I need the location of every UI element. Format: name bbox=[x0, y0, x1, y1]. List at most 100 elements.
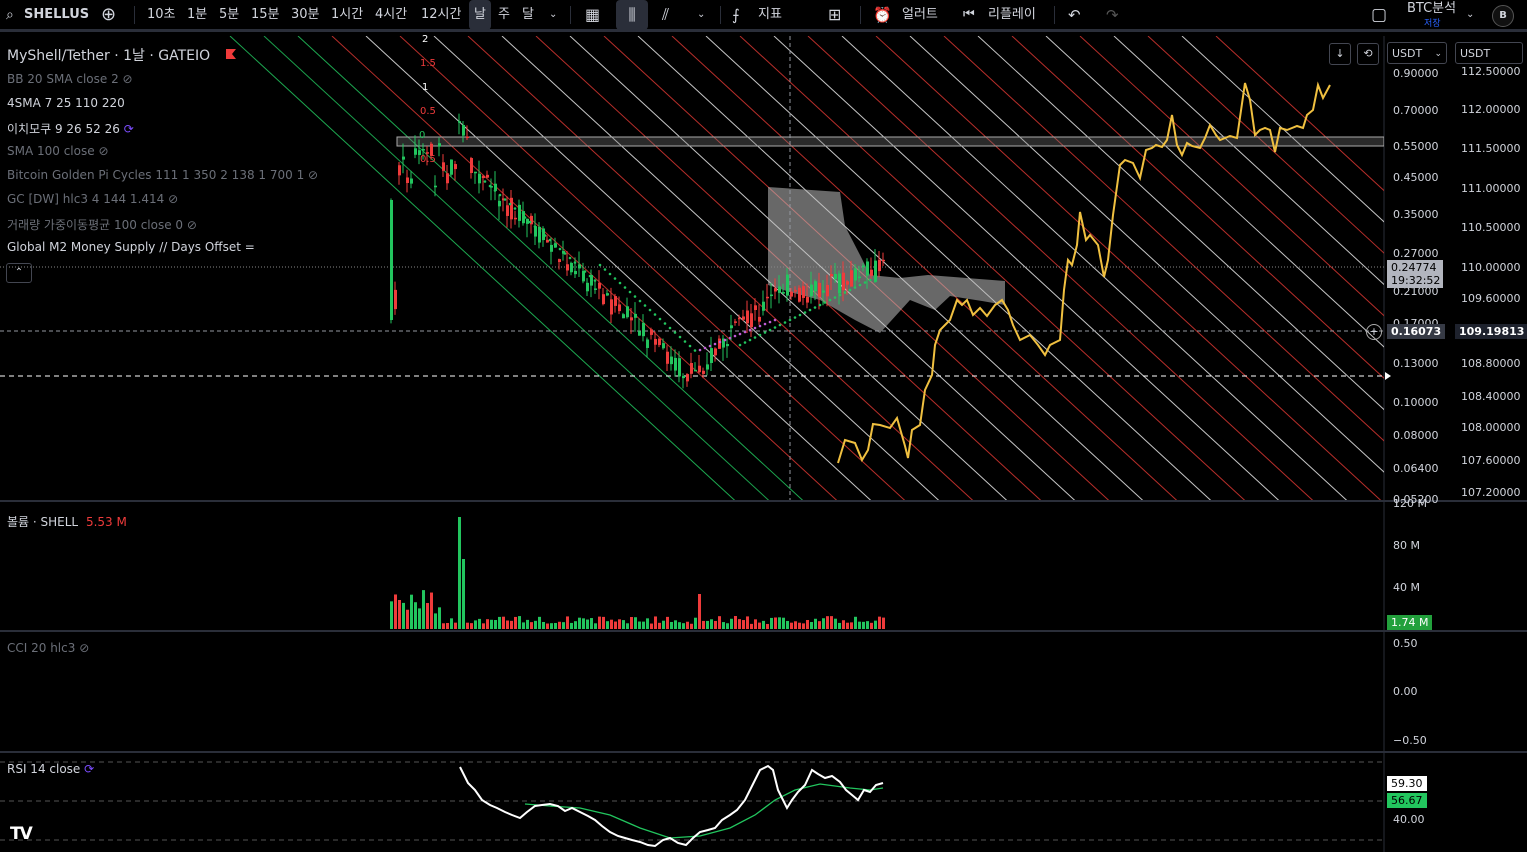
volume-bar bbox=[798, 622, 801, 629]
volume-bar bbox=[602, 616, 605, 629]
candle-body bbox=[446, 173, 449, 184]
volume-bar bbox=[758, 622, 761, 629]
candle-body bbox=[718, 338, 721, 349]
volume-bar bbox=[434, 613, 437, 629]
volume-bar bbox=[418, 608, 421, 629]
volume-bar bbox=[590, 618, 593, 629]
replay-button[interactable]: 리플레이 bbox=[988, 0, 1036, 30]
fib-label: 0 bbox=[419, 130, 426, 141]
sar-dot bbox=[663, 322, 667, 325]
candle-body bbox=[634, 313, 637, 318]
interval-1h[interactable]: 1시간 bbox=[331, 0, 363, 30]
eye-off-icon[interactable]: ⊘ bbox=[308, 168, 318, 182]
interval-12h[interactable]: 12시간 bbox=[421, 0, 461, 30]
eye-off-icon[interactable]: ⊘ bbox=[187, 218, 197, 232]
cci-axis-label: 0.50 bbox=[1393, 637, 1418, 650]
symbol-name[interactable]: SHELLUS bbox=[24, 0, 89, 30]
candle-body bbox=[798, 287, 801, 302]
volume-bar bbox=[702, 620, 705, 629]
alert-button[interactable]: 얼러트 bbox=[902, 0, 938, 30]
eye-off-icon[interactable]: ⊘ bbox=[79, 641, 89, 655]
interval-30m[interactable]: 30분 bbox=[291, 0, 320, 30]
candle-body bbox=[802, 286, 805, 298]
indicator-pi-cycles[interactable]: Bitcoin Golden Pi Cycles 111 1 350 2 138… bbox=[7, 168, 318, 182]
sar-dot bbox=[738, 343, 742, 347]
interval-4h[interactable]: 4시간 bbox=[375, 0, 407, 30]
scroll-down-button[interactable]: ↓ bbox=[1329, 43, 1351, 65]
add-symbol-icon[interactable]: ⊕ bbox=[101, 0, 116, 30]
interval-day[interactable]: 날 bbox=[469, 0, 491, 30]
search-icon[interactable]: ⌕ bbox=[6, 0, 14, 30]
chevron-down-icon[interactable]: ⌄ bbox=[697, 0, 705, 30]
currency-select-right[interactable]: USDT bbox=[1455, 42, 1523, 64]
alert-icon[interactable]: ⏰ bbox=[873, 0, 892, 30]
eye-off-icon[interactable]: ⊘ bbox=[123, 72, 133, 86]
sar-dot bbox=[508, 202, 512, 206]
collapse-legend-button[interactable]: ⌃ bbox=[6, 263, 32, 283]
interval-15m[interactable]: 15분 bbox=[251, 0, 280, 30]
volume-legend[interactable]: 볼륨 · SHELL 5.53 M bbox=[7, 513, 127, 530]
volume-bar bbox=[598, 616, 601, 629]
candle-body bbox=[462, 124, 465, 136]
chart-canvas[interactable] bbox=[0, 35, 1527, 852]
volume-bar bbox=[658, 622, 661, 629]
undo-icon[interactable]: ↶ bbox=[1068, 0, 1081, 30]
indicator-ichimoku[interactable]: 이치모쿠 9 26 52 26 ⟳ bbox=[7, 120, 134, 137]
chevron-down-icon[interactable]: ⌄ bbox=[1466, 0, 1474, 30]
indicator-gc[interactable]: GC [DW] hlc3 4 144 1.414 ⊘ bbox=[7, 192, 178, 206]
replay-icon[interactable]: ⏮ bbox=[963, 0, 975, 30]
indicator-4sma[interactable]: 4SMA 7 25 110 220 bbox=[7, 96, 125, 110]
refresh-button[interactable]: ⟲ bbox=[1357, 43, 1379, 65]
interval-10s[interactable]: 10초 bbox=[147, 0, 176, 30]
sar-dot bbox=[793, 316, 797, 319]
interval-1m[interactable]: 1분 bbox=[187, 0, 207, 30]
indicator-m2[interactable]: Global M2 Money Supply // Days Offset = bbox=[7, 240, 255, 254]
avatar[interactable]: B bbox=[1492, 5, 1514, 27]
fullscreen-icon[interactable]: ▢ bbox=[1371, 0, 1387, 30]
sar-dot bbox=[743, 341, 747, 344]
sar-dot bbox=[553, 243, 557, 246]
price-axis-label: 0.35000 bbox=[1393, 208, 1439, 221]
volume-bar bbox=[750, 623, 753, 629]
sar-dot bbox=[773, 318, 777, 322]
volume-bar bbox=[882, 617, 885, 629]
m2-axis-label: 111.00000 bbox=[1461, 182, 1521, 195]
sar-dot bbox=[618, 281, 622, 285]
redo-icon[interactable]: ↷ bbox=[1106, 0, 1119, 30]
volume-bar bbox=[686, 621, 689, 629]
candle-body bbox=[394, 289, 397, 310]
templates-icon[interactable]: ⊞ bbox=[828, 0, 841, 30]
candle-body bbox=[622, 314, 625, 319]
volume-bar bbox=[754, 619, 757, 629]
sar-dot bbox=[808, 308, 812, 312]
indicator-bb[interactable]: BB 20 SMA close 2 ⊘ bbox=[7, 72, 133, 86]
sar-dot bbox=[573, 261, 577, 264]
compare-icon[interactable]: ⫽ bbox=[662, 0, 669, 30]
indicators-icon[interactable]: ⨍ bbox=[732, 0, 740, 30]
currency-select-left[interactable]: USDT ⌄ bbox=[1387, 42, 1447, 64]
bar-chart-icon[interactable]: ▦ bbox=[585, 0, 600, 30]
add-alert-icon[interactable]: + bbox=[1366, 324, 1382, 340]
volume-axis-label: 40 M bbox=[1393, 581, 1420, 594]
volume-bar bbox=[574, 621, 577, 629]
candlestick-icon[interactable]: ⫼ bbox=[616, 0, 648, 30]
eye-off-icon[interactable]: ⊘ bbox=[168, 192, 178, 206]
volume-bar bbox=[562, 622, 565, 629]
sar-dot bbox=[668, 326, 672, 330]
last-price-tag: 0.24774 19:32:52 bbox=[1387, 260, 1443, 288]
cci-legend[interactable]: CCI 20 hlc3 ⊘ bbox=[7, 641, 89, 655]
indicator-sma100[interactable]: SMA 100 close ⊘ bbox=[7, 144, 109, 158]
interval-month[interactable]: 달 bbox=[522, 0, 534, 30]
volume-bar bbox=[682, 623, 685, 629]
volume-bar bbox=[726, 623, 729, 629]
indicators-button[interactable]: 지표 bbox=[758, 0, 782, 30]
indicator-vwma[interactable]: 거래량 가중이동평균 100 close 0 ⊘ bbox=[7, 216, 197, 233]
rsi-legend[interactable]: RSI 14 close ⟳ bbox=[7, 762, 94, 776]
eye-off-icon[interactable]: ⊘ bbox=[98, 144, 108, 158]
interval-week[interactable]: 주 bbox=[498, 0, 510, 30]
sar-dot bbox=[748, 338, 752, 342]
interval-5m[interactable]: 5분 bbox=[219, 0, 239, 30]
chevron-down-icon[interactable]: ⌄ bbox=[549, 0, 557, 30]
candle-body bbox=[498, 200, 501, 207]
candle-body bbox=[594, 288, 597, 290]
